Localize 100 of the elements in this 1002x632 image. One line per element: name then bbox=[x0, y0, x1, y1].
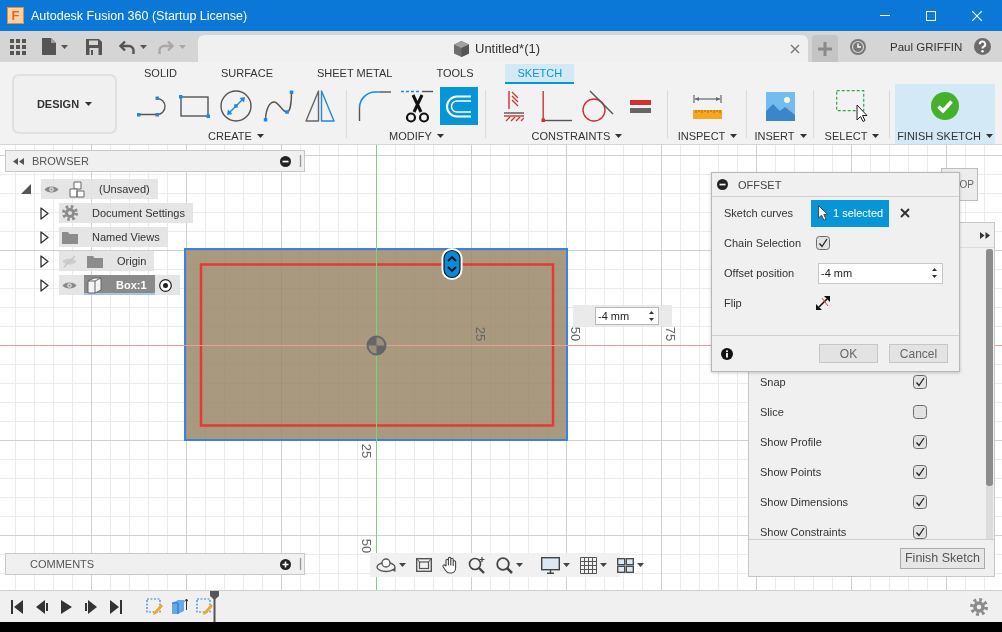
group-menu-button[interactable]: FINISH SKETCH bbox=[897, 128, 993, 143]
caret-icon[interactable] bbox=[563, 563, 570, 567]
user-name[interactable]: Paul GRIFFIN bbox=[890, 40, 963, 53]
caret-icon[interactable] bbox=[516, 563, 523, 567]
minimize-panel-icon[interactable] bbox=[717, 179, 728, 190]
caret-icon bbox=[615, 133, 623, 138]
viewports-icon[interactable] bbox=[617, 557, 634, 573]
checkmark-icon bbox=[931, 92, 959, 120]
caret-icon[interactable] bbox=[637, 563, 644, 567]
document-tab[interactable]: Untitled*(1) bbox=[198, 35, 808, 62]
flip-arrows-icon[interactable] bbox=[816, 296, 830, 310]
add-comment-icon[interactable] bbox=[280, 558, 291, 570]
group-menu-button[interactable]: INSERT bbox=[754, 128, 807, 143]
checkbox[interactable] bbox=[913, 465, 927, 479]
checkbox[interactable] bbox=[913, 405, 927, 419]
collapse-panel-icon[interactable] bbox=[13, 157, 24, 165]
scrollbar[interactable] bbox=[986, 249, 993, 539]
spinner-icon[interactable] bbox=[931, 266, 938, 280]
option-label: Show Points bbox=[760, 466, 823, 478]
undo-icon[interactable] bbox=[119, 39, 135, 54]
checkbox[interactable] bbox=[913, 435, 927, 449]
tangent-circle-icon bbox=[582, 90, 614, 122]
extrude-feature-icon[interactable] bbox=[171, 598, 188, 615]
group-menu-button[interactable]: SELECT bbox=[824, 128, 880, 143]
dialog-button[interactable]: Cancel bbox=[889, 344, 948, 363]
option-label: Snap bbox=[760, 376, 787, 388]
line-arc-icon bbox=[137, 95, 167, 117]
selection-window-icon bbox=[836, 90, 868, 122]
step-back-icon[interactable] bbox=[36, 599, 48, 614]
apps-grid-icon[interactable] bbox=[10, 38, 26, 55]
cursor-icon bbox=[818, 205, 828, 221]
caret-icon[interactable] bbox=[600, 563, 607, 567]
offset-value-field[interactable]: -4 mm bbox=[818, 262, 943, 284]
maximize-icon[interactable] bbox=[926, 10, 936, 21]
dimension-field[interactable]: -4 mm bbox=[595, 307, 659, 325]
minimize-panel-icon[interactable] bbox=[280, 155, 291, 167]
toolbar-tab[interactable]: SURFACE bbox=[209, 64, 285, 84]
caret-icon bbox=[730, 133, 738, 138]
workspace-button[interactable]: DESIGN bbox=[12, 74, 117, 134]
dialog-button[interactable]: OK bbox=[819, 344, 878, 363]
group-menu-button[interactable]: MODIFY bbox=[389, 128, 444, 143]
finish-sketch-button[interactable]: Finish Sketch bbox=[899, 547, 985, 569]
select-tool[interactable] bbox=[833, 87, 871, 125]
clock-icon[interactable] bbox=[850, 38, 866, 55]
toolbar-tab[interactable]: TOOLS bbox=[424, 64, 486, 84]
caret-icon[interactable] bbox=[61, 44, 68, 49]
file-icon[interactable] bbox=[42, 38, 56, 55]
collapsed-arrow-icon[interactable] bbox=[40, 278, 49, 292]
collapsed-arrow-icon[interactable] bbox=[40, 206, 49, 220]
eye-icon[interactable] bbox=[62, 280, 77, 290]
circle-tool[interactable] bbox=[217, 87, 255, 125]
expand-panel-icon[interactable] bbox=[980, 231, 990, 239]
option-label: Show Profile bbox=[760, 436, 823, 448]
grid-icon[interactable] bbox=[580, 556, 597, 574]
clear-selection-icon[interactable] bbox=[900, 208, 910, 218]
checkbox[interactable] bbox=[913, 495, 927, 509]
eye-icon[interactable] bbox=[44, 184, 59, 194]
browser-item[interactable]: Origin bbox=[84, 251, 155, 271]
hand-icon[interactable] bbox=[442, 556, 458, 574]
spinner-icon[interactable] bbox=[648, 309, 655, 323]
monitor-icon[interactable] bbox=[541, 556, 560, 574]
collapsed-arrow-icon[interactable] bbox=[40, 230, 49, 244]
toolbar-tab[interactable]: SHEET METAL bbox=[305, 64, 405, 84]
close-tab-icon[interactable] bbox=[790, 43, 800, 54]
radio-target-icon[interactable] bbox=[158, 278, 172, 292]
timeline-marker[interactable] bbox=[210, 591, 219, 622]
toolbar-tab[interactable]: SOLID bbox=[132, 64, 189, 84]
skip-to-start-icon[interactable] bbox=[11, 599, 23, 614]
zoom-icon[interactable] bbox=[468, 556, 486, 574]
group-menu-button[interactable]: INSPECT bbox=[677, 128, 738, 143]
fix-hatch-icon bbox=[504, 90, 524, 122]
play-icon[interactable] bbox=[61, 599, 72, 614]
perpendicular-icon bbox=[540, 90, 572, 122]
caret-icon[interactable] bbox=[399, 563, 406, 567]
group-menu-button[interactable]: CREATE bbox=[208, 128, 264, 143]
orbit-icon[interactable] bbox=[376, 556, 396, 574]
field-label: Offset position bbox=[724, 267, 796, 279]
step-forward-icon[interactable] bbox=[85, 599, 97, 614]
browser-item[interactable]: (Unsaved) bbox=[66, 179, 158, 199]
browser-item[interactable]: Named Views bbox=[59, 227, 168, 247]
zoom-window-icon[interactable] bbox=[496, 556, 513, 574]
grip-bar-icon[interactable] bbox=[299, 155, 302, 167]
checkbox[interactable] bbox=[816, 236, 830, 250]
info-icon[interactable] bbox=[721, 347, 733, 360]
collapsed-arrow-icon[interactable] bbox=[40, 254, 49, 268]
expanded-arrow-icon[interactable] bbox=[21, 184, 31, 194]
grip-bar-icon[interactable] bbox=[299, 558, 302, 570]
settings-icon[interactable] bbox=[970, 597, 988, 616]
save-icon[interactable] bbox=[86, 38, 102, 55]
skip-to-end-icon[interactable] bbox=[110, 599, 122, 614]
rectangle-icon bbox=[178, 94, 210, 118]
look-at-icon[interactable] bbox=[416, 558, 432, 572]
checkbox[interactable] bbox=[913, 525, 927, 539]
help-icon[interactable] bbox=[974, 38, 991, 55]
close-icon[interactable] bbox=[972, 10, 982, 21]
browser-item[interactable]: Document Settings bbox=[59, 203, 193, 223]
checkbox[interactable] bbox=[913, 375, 927, 389]
caret-icon[interactable] bbox=[140, 44, 147, 49]
group-menu-button[interactable]: CONSTRAINTS bbox=[531, 128, 623, 143]
axis-tick-label: 50 bbox=[359, 538, 373, 554]
